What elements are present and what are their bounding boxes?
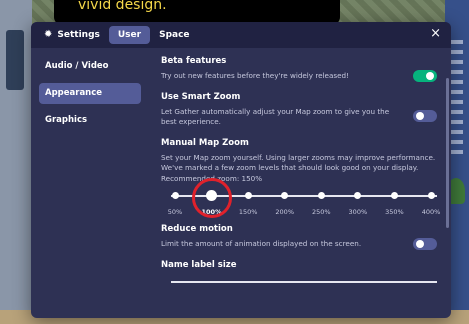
zoom-stop-150[interactable] — [244, 192, 252, 199]
zoom-stop-400[interactable] — [427, 192, 435, 199]
zoom-label-200: 200% — [275, 208, 294, 216]
reduce-motion-toggle[interactable] — [413, 238, 437, 250]
name-label-size-section: Name label size — [161, 260, 437, 286]
settings-tabbar: ✹ Settings User Space × — [31, 22, 451, 48]
name-label-slider-track — [171, 280, 437, 283]
sidebar-item-audio-video[interactable]: Audio / Video — [39, 56, 141, 77]
smart-zoom-section: Use Smart Zoom Let Gather automatically … — [161, 92, 437, 128]
sidebar-item-label: Audio / Video — [45, 61, 109, 71]
settings-modal: ✹ Settings User Space × Audio / Video Ap… — [31, 22, 451, 318]
zoom-label-50: 50% — [167, 208, 183, 216]
beta-features-toggle[interactable] — [413, 70, 437, 82]
tab-user-label: User — [117, 30, 142, 40]
tab-space-label: Space — [159, 30, 190, 40]
tab-settings-label: Settings — [57, 30, 100, 40]
close-icon[interactable]: × — [430, 27, 441, 41]
zoom-stop-300[interactable] — [354, 192, 362, 199]
zoom-stop-200[interactable] — [281, 192, 289, 199]
reduce-motion-section: Reduce motion Limit the amount of animat… — [161, 224, 437, 250]
tooltip-text: vivid design. — [78, 0, 167, 13]
reduce-motion-desc: Limit the amount of animation displayed … — [161, 239, 362, 248]
zoom-label-250: 250% — [311, 208, 331, 216]
tab-space[interactable]: Space — [150, 26, 198, 44]
beta-features-desc: Try out new features before they're wide… — [161, 71, 349, 80]
tab-user[interactable]: User — [108, 26, 151, 44]
manual-zoom-section: Manual Map Zoom Set your Map zoom yourse… — [161, 137, 440, 223]
sidebar-item-label: Appearance — [45, 88, 103, 98]
toggle-knob — [426, 72, 434, 80]
sidebar-item-label: Graphics — [45, 115, 88, 125]
zoom-label-300: 300% — [348, 208, 368, 216]
map-wall-left — [0, 0, 32, 324]
zoom-stop-250[interactable] — [317, 192, 325, 199]
content-scrollbar[interactable] — [446, 78, 449, 228]
zoom-slider[interactable]: 50% 100% 150% 200% 250% 300% 350% 400% — [161, 178, 443, 222]
smart-zoom-toggle[interactable] — [413, 109, 437, 122]
zoom-label-150: 150% — [238, 208, 258, 216]
tab-settings: ✹ Settings — [35, 26, 109, 44]
toggle-knob — [416, 111, 424, 120]
smart-zoom-title: Use Smart Zoom — [161, 91, 241, 102]
highlight-ring — [191, 178, 232, 218]
beta-features-title: Beta features — [161, 56, 227, 66]
beta-features-section: Beta features Try out new features befor… — [161, 56, 437, 82]
zoom-stop-350[interactable] — [390, 192, 398, 199]
settings-sidebar: Audio / Video Appearance Graphics — [31, 48, 149, 318]
name-label-size-title: Name label size — [161, 259, 237, 270]
manual-zoom-title: Manual Map Zoom — [161, 137, 249, 148]
reduce-motion-title: Reduce motion — [161, 224, 233, 234]
gear-icon: ✹ — [44, 29, 53, 40]
toggle-knob — [416, 240, 424, 248]
sidebar-item-appearance[interactable]: Appearance — [39, 83, 141, 104]
zoom-stop-50[interactable] — [171, 192, 179, 199]
sidebar-item-graphics[interactable]: Graphics — [39, 110, 141, 131]
zoom-label-400: 400% — [421, 208, 441, 216]
name-label-size-slider[interactable] — [161, 276, 443, 286]
settings-content: Beta features Try out new features befor… — [149, 48, 451, 318]
smart-zoom-desc: Let Gather automatically adjust your Map… — [161, 106, 390, 127]
zoom-label-350: 350% — [385, 208, 404, 216]
